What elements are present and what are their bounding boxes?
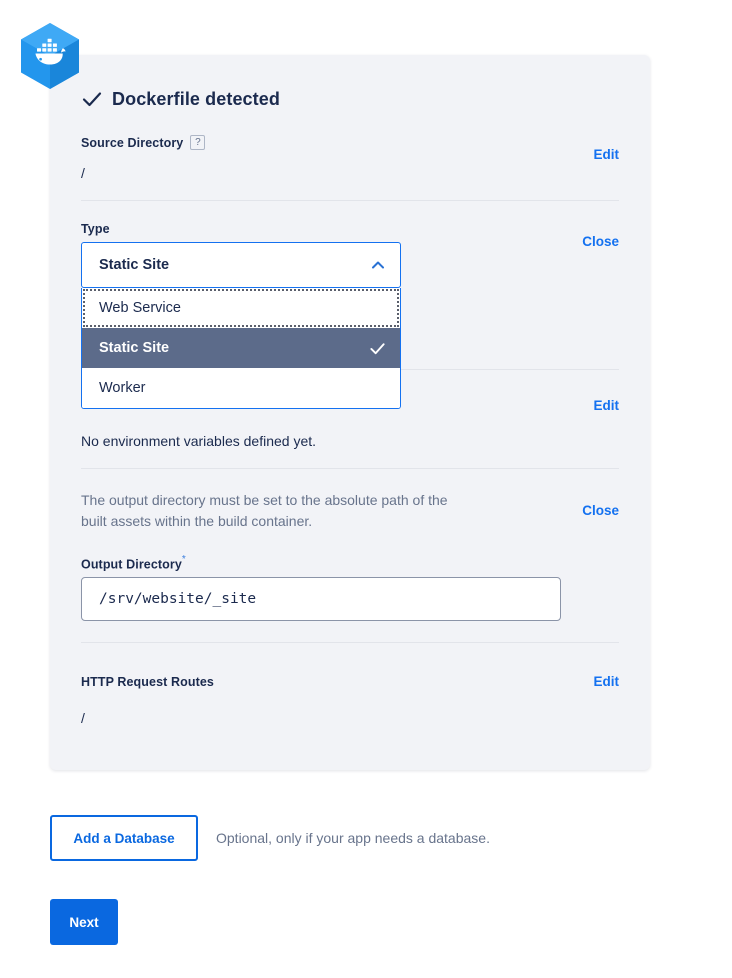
http-request-routes-label: HTTP Request Routes [81, 675, 214, 689]
next-button[interactable]: Next [50, 899, 118, 945]
type-option-label: Static Site [99, 340, 170, 356]
http-request-routes-edit-link[interactable]: Edit [594, 674, 620, 689]
question-mark-icon[interactable]: ? [190, 135, 206, 151]
environment-variables-edit-link[interactable]: Edit [594, 398, 620, 413]
source-directory-label: Source Directory [81, 136, 184, 150]
separator-3 [81, 468, 619, 469]
output-directory-input[interactable]: /srv/website/_site [81, 577, 561, 621]
check-icon [81, 88, 103, 110]
output-directory-close-link[interactable]: Close [582, 503, 619, 518]
type-option-static-site[interactable]: Static Site [82, 328, 400, 368]
card-header: Dockerfile detected [81, 88, 619, 110]
separator-4 [81, 642, 619, 643]
type-label: Type [81, 222, 110, 236]
environment-variables-empty-text: No environment variables defined yet. [81, 433, 317, 449]
type-option-web-service[interactable]: Web Service [82, 288, 400, 328]
type-select-value: Static Site [99, 257, 170, 273]
check-icon [369, 340, 386, 357]
source-directory-label-group: Source Directory? [81, 134, 206, 152]
required-marker: * [181, 554, 186, 565]
type-option-label: Web Service [99, 300, 181, 316]
type-option-worker[interactable]: Worker [82, 368, 400, 408]
chevron-up-icon [370, 257, 386, 273]
dockerfile-settings-card: Dockerfile detected Source Directory? Ed… [50, 55, 650, 770]
type-option-label: Worker [99, 380, 146, 396]
add-database-note: Optional, only if your app needs a datab… [216, 830, 490, 846]
page-title: Dockerfile detected [112, 88, 280, 109]
type-select-menu: Web Service Static Site Worker [81, 288, 401, 409]
source-directory-edit-link[interactable]: Edit [594, 147, 620, 162]
separator-1 [81, 200, 619, 201]
http-request-routes-value: / [81, 710, 85, 726]
output-directory-help-text: The output directory must be set to the … [81, 492, 448, 530]
output-directory-label: Output Directory [81, 557, 182, 572]
source-directory-value: / [81, 165, 85, 181]
type-close-link[interactable]: Close [582, 234, 619, 249]
type-select-trigger[interactable]: Static Site [81, 242, 401, 288]
add-database-button[interactable]: Add a Database [50, 815, 198, 861]
docker-logo-icon [20, 22, 80, 90]
type-select: Static Site Web Service Static Site Work… [81, 242, 401, 409]
app-page: Dockerfile detected Source Directory? Ed… [0, 0, 732, 978]
output-directory-label-group: Output Directory* [81, 554, 186, 573]
